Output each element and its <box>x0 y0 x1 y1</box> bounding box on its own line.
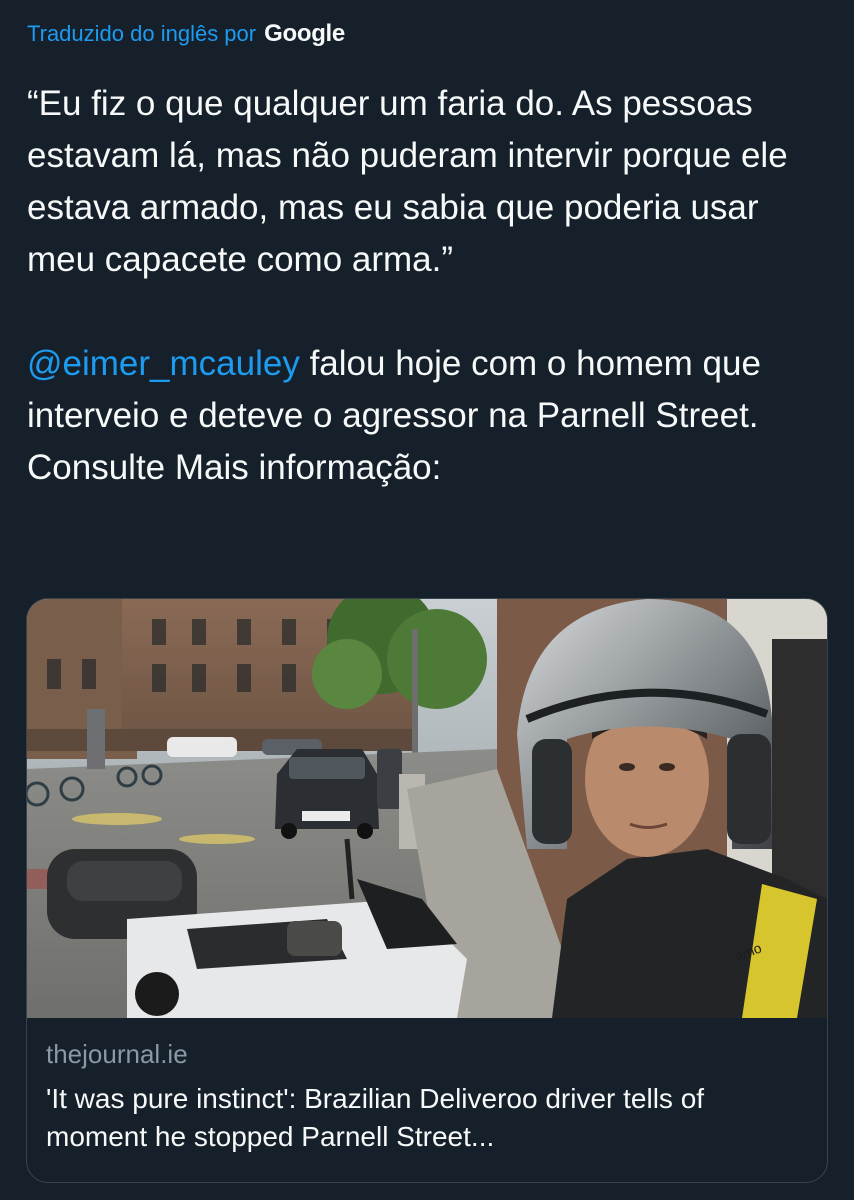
link-domain: thejournal.ie <box>46 1039 188 1069</box>
tweet-quote: “Eu fiz o que qualquer um faria do. As p… <box>27 84 788 279</box>
tweet-body: “Eu fiz o que qualquer um faria do. As p… <box>27 78 827 494</box>
link-preview-card[interactable]: amo thejournal.ie 'It was pure instinct'… <box>26 598 828 1183</box>
parked-car <box>275 749 379 839</box>
google-logo: Google <box>264 20 345 47</box>
translation-attribution[interactable]: Traduzido do inglês por Google <box>27 20 345 48</box>
link-preview-meta: thejournal.ie 'It was pure instinct': Br… <box>46 1039 808 1156</box>
tweet-paragraph: @eimer_mcauley falou hoje com o homem qu… <box>27 338 827 494</box>
link-headline[interactable]: 'It was pure instinct': Brazilian Delive… <box>46 1080 808 1156</box>
translation-label: Traduzido do inglês por <box>27 21 257 46</box>
mention-link[interactable]: @eimer_mcauley <box>27 344 300 383</box>
photo-selfie-helmet: amo <box>27 599 827 1018</box>
link-preview-image: amo <box>27 599 827 1018</box>
